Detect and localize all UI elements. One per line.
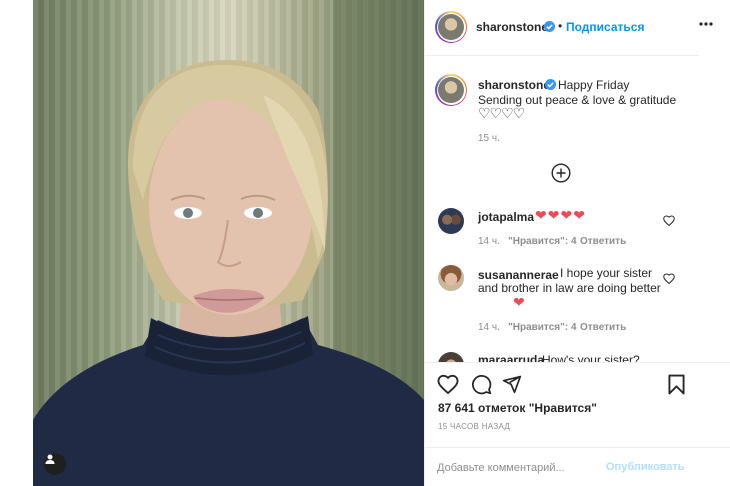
comment-likes[interactable]: "Нравится": 4 [508,236,577,247]
share-send-icon[interactable] [502,374,522,394]
comment-time: 14 ч. [478,236,500,247]
comment-input[interactable] [437,458,587,478]
publish-button[interactable]: Опубликовать [606,461,685,473]
comment-text: I hope your sister and brother in law ar… [478,266,661,295]
comment-emoji: ❤ [513,294,525,310]
author-avatar[interactable] [435,11,467,43]
comment-text: How's your sister? [542,353,640,362]
comment-avatar[interactable] [438,352,464,362]
post-media[interactable] [33,0,424,486]
like-heart-icon[interactable] [437,374,459,394]
add-comment-box: Опубликовать [425,447,730,486]
comment-time: 14 ч. [478,322,500,333]
verified-badge-icon [545,79,556,90]
reply-button[interactable]: Ответить [580,322,626,333]
like-comment-heart-icon[interactable] [663,273,675,284]
follow-button[interactable]: Подписаться [566,20,644,34]
likes-count[interactable]: 87 641 отметок "Нравится" [438,401,597,415]
like-comment-heart-icon[interactable] [663,215,675,226]
comment-avatar[interactable] [438,265,464,291]
separator-dot: • [558,19,563,33]
post-panel: sharonstone • Подписаться sharonstone Ha… [424,0,730,486]
comment-emoji: ❤❤❤❤ [535,207,586,223]
plus-circle-icon[interactable] [551,163,571,183]
comment-clipped: maraarruda How's your sister? [425,346,730,362]
comment-avatar[interactable] [438,208,464,234]
reply-button[interactable]: Ответить [580,236,626,247]
verified-badge-icon [544,21,555,32]
more-options-icon[interactable] [699,22,713,26]
comment-username[interactable]: jotapalma [478,210,534,224]
post-actions: 87 641 отметок "Нравится" 15 ЧАСОВ НАЗАД… [425,362,730,486]
comment-likes[interactable]: "Нравится": 4 [508,322,577,333]
comment-username[interactable]: maraarruda [478,353,544,362]
user-tag-icon[interactable] [44,453,66,475]
post-header: sharonstone • Подписаться [425,0,699,56]
author-username[interactable]: sharonstone [476,20,548,34]
caption-title: Happy Friday [558,78,630,92]
caption-hearts: ♡♡♡♡ [478,105,525,121]
post-photo [33,0,424,486]
caption-time: 15 ч. [478,133,500,144]
bookmark-save-icon[interactable] [668,374,685,395]
comment-bubble-icon[interactable] [471,374,492,395]
caption-username[interactable]: sharonstone [478,78,550,92]
post-time-ago[interactable]: 15 ЧАСОВ НАЗАД [438,422,510,431]
caption-avatar[interactable] [435,74,467,106]
